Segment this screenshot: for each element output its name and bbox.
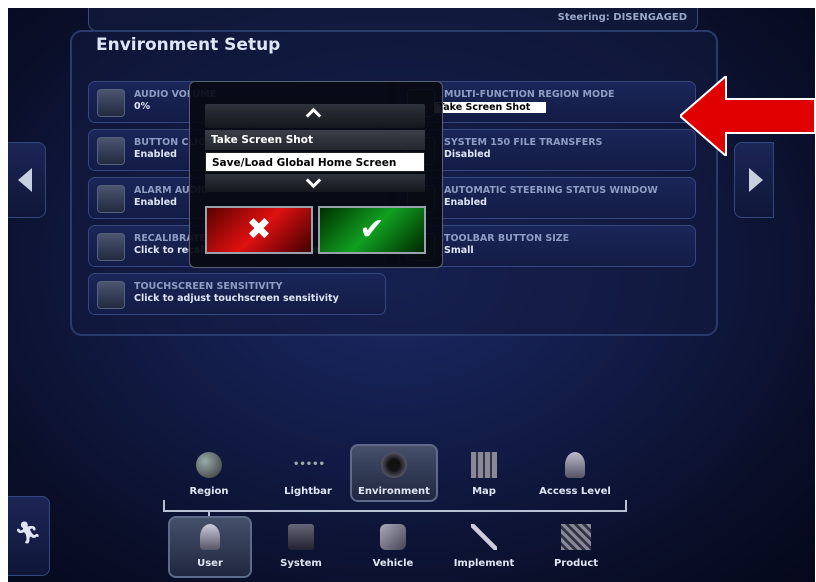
system-icon — [288, 524, 314, 550]
steering-status: Steering: DISENGAGED — [557, 12, 687, 23]
tab-label: Product — [553, 558, 599, 569]
speaker-icon — [97, 89, 125, 117]
tab-product[interactable]: Product — [544, 518, 608, 574]
speaker-icon — [381, 452, 407, 478]
touchscreen-icon — [97, 281, 125, 309]
close-icon: ✖ — [246, 212, 272, 247]
cancel-button[interactable]: ✖ — [205, 206, 313, 254]
page-title: Environment Setup — [96, 35, 281, 55]
tab-label: System — [280, 558, 322, 569]
annotation-arrow-icon — [680, 76, 815, 156]
running-man-button[interactable]: 🏃︎ — [8, 496, 50, 576]
tab-user[interactable]: User — [168, 516, 252, 578]
setting-value: Enabled — [134, 197, 177, 208]
selection-popup: Take Screen Shot Save/Load Global Home S… — [189, 81, 443, 268]
tab-access-level[interactable]: Access Level — [536, 444, 614, 502]
display-screen: Steering: DISENGAGED Environment Setup A… — [8, 8, 815, 582]
map-icon — [471, 452, 497, 478]
person-icon — [565, 452, 585, 478]
setting-value: Disabled — [444, 149, 491, 160]
arrow-right-icon — [749, 168, 763, 192]
touchscreen-icon — [97, 233, 125, 261]
button-click-icon — [97, 137, 125, 165]
setting-touchscreen-sensitivity[interactable]: TOUCHSCREEN SENSITIVITY Click to adjust … — [88, 273, 386, 315]
tab-implement[interactable]: Implement — [446, 518, 522, 574]
confirm-button[interactable]: ✔ — [318, 206, 426, 254]
tab-label: Vehicle — [372, 558, 414, 569]
scroll-up-button[interactable] — [205, 104, 425, 128]
status-bar: Steering: DISENGAGED — [88, 8, 698, 31]
tab-environment[interactable]: Environment — [350, 444, 438, 502]
checkmark-icon: ✔ — [359, 212, 385, 247]
tab-system[interactable]: System — [270, 518, 332, 574]
setting-label: AUTOMATIC STEERING STATUS WINDOW — [444, 185, 658, 196]
arrow-left-icon — [18, 168, 32, 192]
tab-label: Map — [472, 486, 496, 497]
vehicle-icon — [380, 524, 406, 550]
user-icon — [200, 524, 220, 550]
setting-label: TOOLBAR BUTTON SIZE — [444, 233, 570, 244]
setting-label: MULTI-FUNCTION REGION MODE — [444, 89, 615, 100]
tab-group-bracket — [163, 500, 627, 512]
setting-label: SYSTEM 150 FILE TRANSFERS — [444, 137, 603, 148]
setting-value: Enabled — [134, 149, 177, 160]
tab-label: Implement — [453, 558, 515, 569]
tab-label: Access Level — [539, 486, 611, 497]
implement-icon — [471, 524, 497, 550]
popup-option[interactable]: Take Screen Shot — [205, 130, 425, 150]
tab-label: Region — [189, 486, 229, 497]
lightbar-icon: ••••• — [293, 459, 325, 470]
chevron-up-icon — [305, 107, 322, 124]
tab-map[interactable]: Map — [454, 444, 514, 502]
setting-value: Click to adjust touchscreen sensitivity — [134, 293, 339, 304]
setting-value: Enabled — [444, 197, 487, 208]
tab-region[interactable]: Region — [178, 444, 240, 502]
tab-label: Environment — [358, 486, 430, 497]
alarm-icon — [97, 185, 125, 213]
chevron-down-icon — [305, 172, 322, 189]
setting-label: TOUCHSCREEN SENSITIVITY — [134, 281, 283, 292]
tab-label: Lightbar — [284, 486, 332, 497]
popup-option-selected[interactable]: Save/Load Global Home Screen — [205, 152, 425, 172]
setting-value: Take Screen Shot — [434, 102, 546, 113]
previous-page-button[interactable] — [8, 142, 46, 218]
scroll-down-button[interactable] — [205, 172, 425, 192]
running-man-icon: 🏃︎ — [14, 521, 42, 546]
setting-value: Small — [444, 245, 474, 256]
setting-value: 0% — [134, 101, 151, 112]
product-icon — [561, 524, 591, 550]
tab-label: User — [197, 558, 223, 569]
tab-vehicle[interactable]: Vehicle — [362, 518, 424, 574]
tab-lightbar[interactable]: ••••• Lightbar — [270, 444, 346, 502]
globe-icon — [196, 452, 222, 478]
